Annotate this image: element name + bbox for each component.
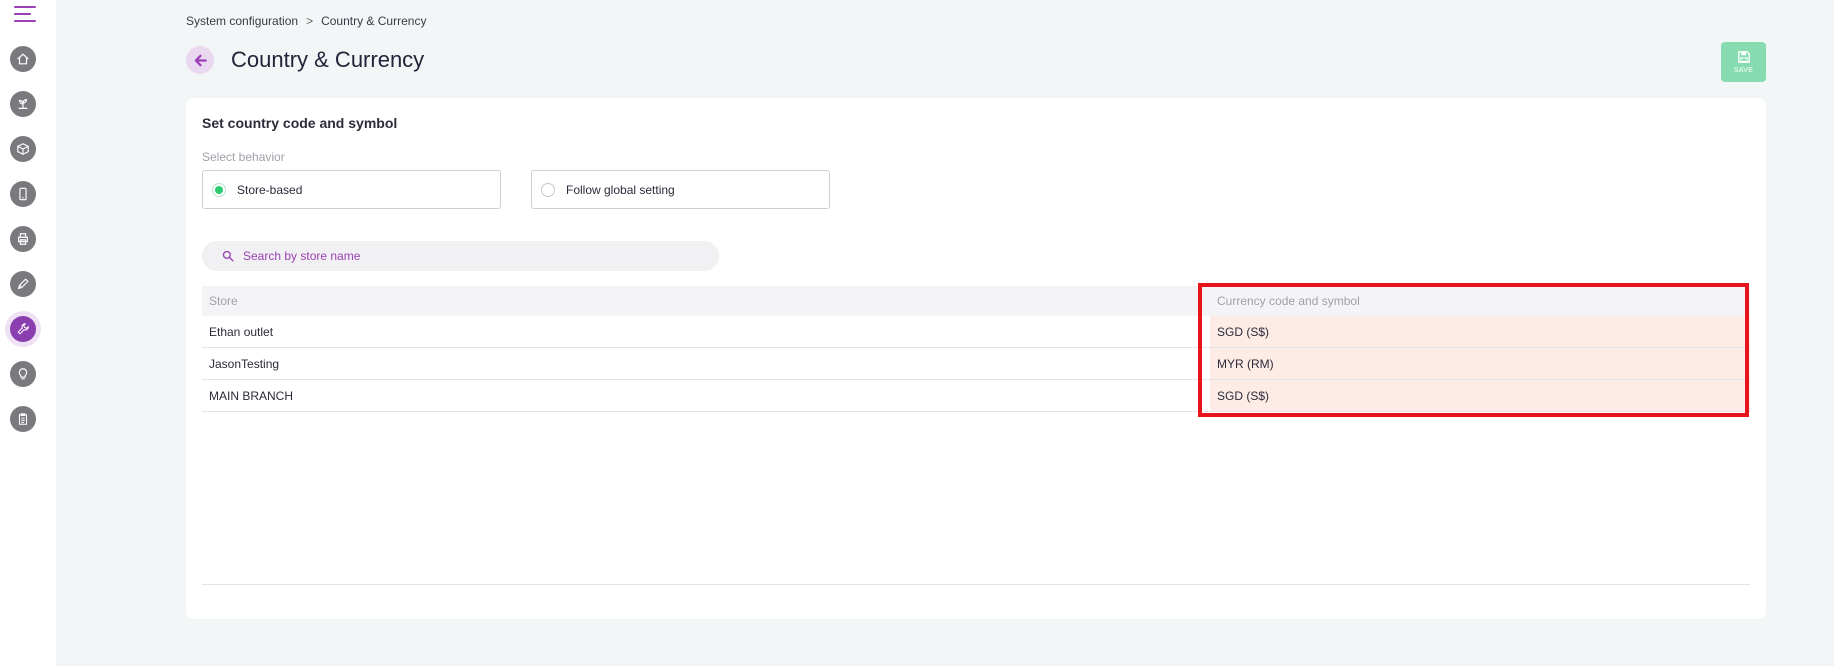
breadcrumb-parent-link[interactable]: System configuration	[186, 14, 298, 28]
section-title: Set country code and symbol	[202, 115, 398, 131]
arrow-left-icon	[194, 54, 207, 66]
currency-cell[interactable]: MYR (RM)	[1210, 348, 1750, 379]
wrench-icon[interactable]	[10, 316, 36, 342]
mobile-icon[interactable]	[10, 181, 36, 207]
radio-label: Follow global setting	[566, 182, 675, 197]
store-name-cell: MAIN BRANCH	[209, 388, 294, 403]
radio-store-based[interactable]: Store-based	[202, 170, 501, 209]
table-bottom-divider	[202, 584, 1750, 585]
clipboard-icon[interactable]	[10, 406, 36, 432]
settings-card: Set country code and symbol Select behav…	[186, 98, 1766, 619]
lightbulb-icon[interactable]	[10, 361, 36, 387]
search-bar	[202, 241, 719, 271]
search-icon	[222, 250, 234, 262]
hamburger-menu-icon[interactable]	[14, 6, 38, 28]
back-button[interactable]	[186, 46, 214, 74]
search-input[interactable]	[243, 249, 683, 263]
page-title: Country & Currency	[231, 47, 425, 72]
radio-label: Store-based	[237, 182, 303, 197]
plant-icon[interactable]	[10, 91, 36, 117]
cube-icon[interactable]	[10, 136, 36, 162]
table-row[interactable]: Ethan outlet SGD (S$)	[202, 316, 1750, 348]
breadcrumb: System configuration > Country & Currency	[186, 14, 426, 28]
currency-cell[interactable]: SGD (S$)	[1210, 316, 1750, 347]
breadcrumb-separator: >	[306, 14, 314, 28]
breadcrumb-current: Country & Currency	[321, 14, 427, 28]
table-row[interactable]: JasonTesting MYR (RM)	[202, 348, 1750, 380]
table-row[interactable]: MAIN BRANCH SGD (S$)	[202, 380, 1750, 412]
behavior-label: Select behavior	[202, 150, 285, 164]
pen-icon[interactable]	[10, 271, 36, 297]
save-button[interactable]: SAVE	[1721, 42, 1766, 82]
store-name-cell: Ethan outlet	[209, 324, 274, 339]
currency-cell[interactable]: SGD (S$)	[1210, 380, 1750, 411]
save-button-label: SAVE	[1733, 67, 1754, 74]
column-header-currency: Currency code and symbol	[1210, 286, 1750, 316]
radio-unchecked-icon	[541, 182, 555, 197]
sidebar	[0, 0, 56, 666]
radio-checked-icon	[212, 182, 226, 197]
column-header-store: Store	[209, 294, 238, 308]
table-header-row: Store Currency code and symbol	[202, 286, 1750, 316]
printer-icon[interactable]	[10, 226, 36, 252]
floppy-disk-icon	[1737, 51, 1750, 63]
store-name-cell: JasonTesting	[209, 356, 280, 371]
home-icon[interactable]	[10, 46, 36, 72]
radio-follow-global[interactable]: Follow global setting	[531, 170, 830, 209]
store-currency-table: Store Currency code and symbol Ethan out…	[202, 286, 1750, 412]
